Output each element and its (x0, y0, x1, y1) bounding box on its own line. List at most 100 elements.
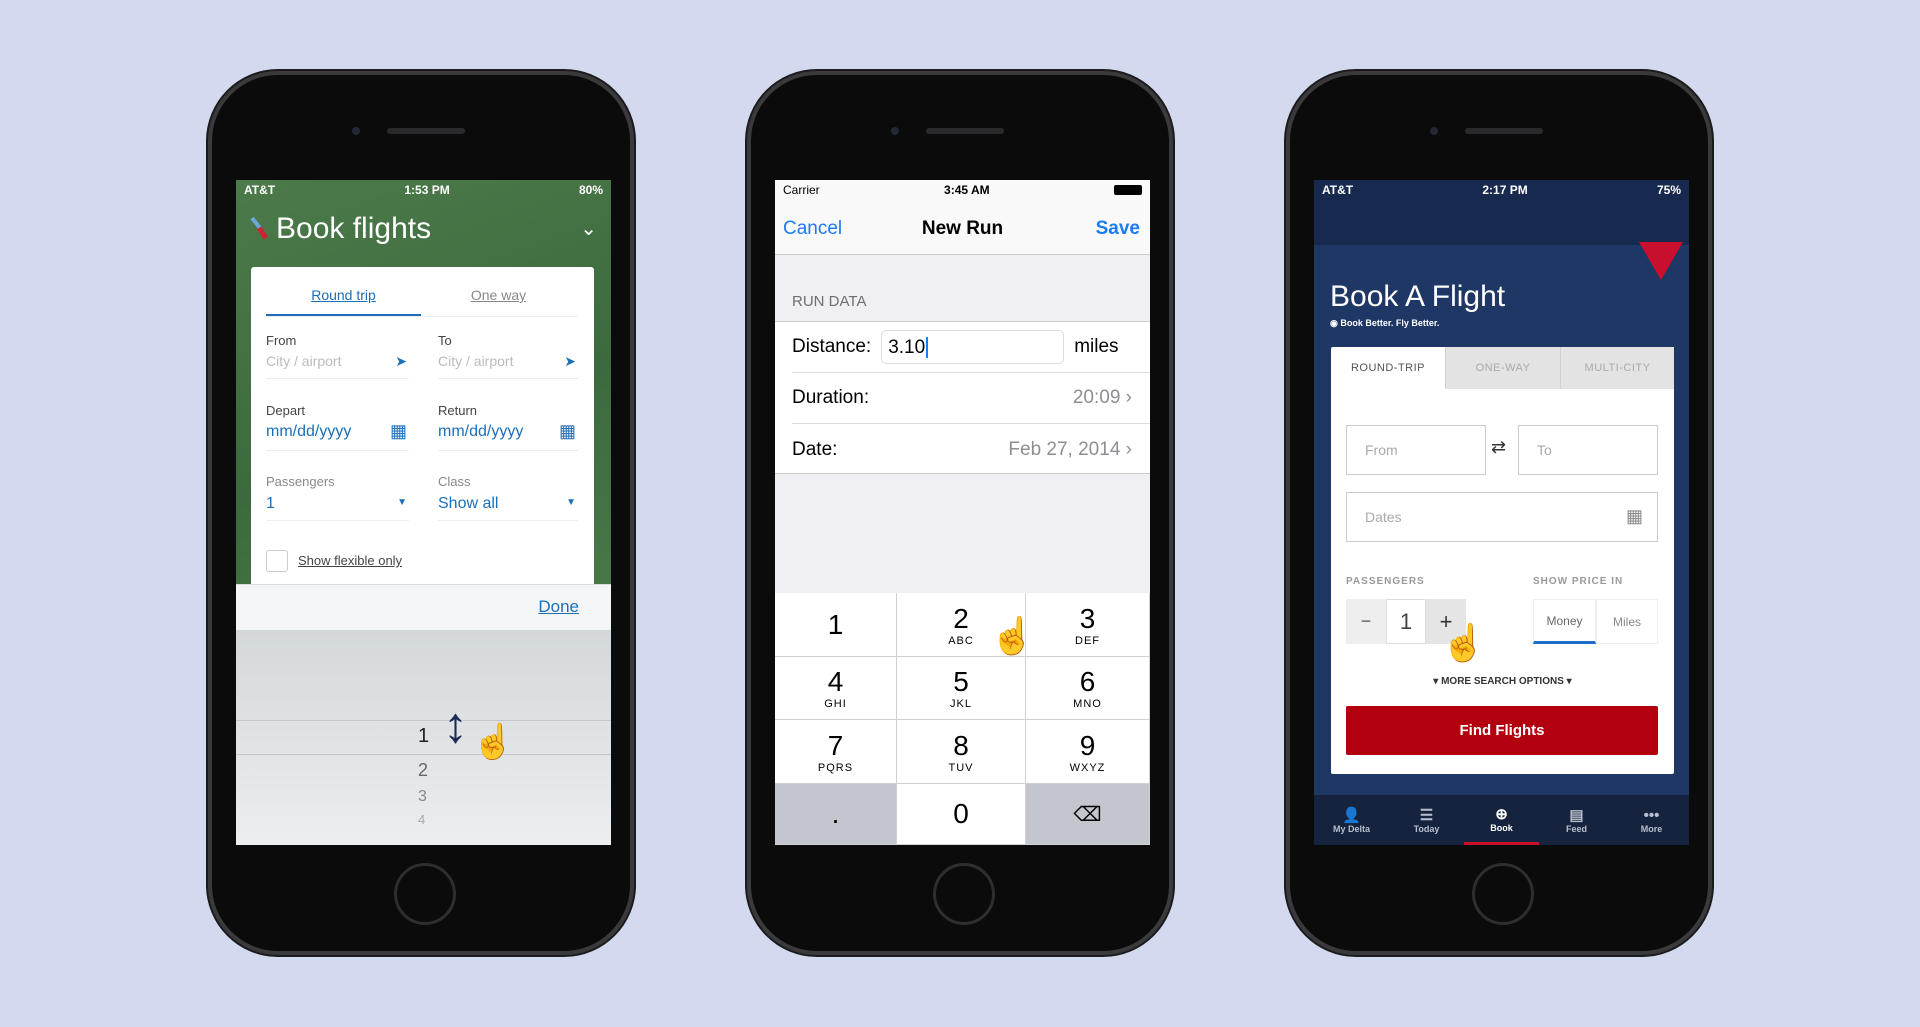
battery-icon (1114, 185, 1142, 195)
tab-label: My Delta (1332, 824, 1370, 834)
to-label: To (438, 333, 452, 348)
distance-label: Distance: (792, 336, 872, 357)
class-select[interactable]: Show all ▼ (438, 495, 578, 521)
find-flights-button[interactable]: Find Flights (1346, 706, 1658, 755)
decrement-button[interactable]: − (1346, 599, 1386, 644)
miles-toggle[interactable]: Miles (1596, 599, 1658, 644)
date-label: Date: (792, 438, 838, 460)
distance-input[interactable]: 3.10 (881, 330, 1065, 364)
return-label: Return (438, 403, 478, 418)
tab-one-way[interactable]: ONE-WAY (1445, 347, 1560, 389)
key-0[interactable]: 0 (897, 784, 1026, 845)
picker-option[interactable]: 2 (418, 760, 428, 781)
date-row[interactable]: Date: Feb 27, 2014 › (792, 424, 1150, 475)
from-input[interactable]: City / airport ➤ (266, 353, 409, 379)
tab-today[interactable]: ☰ Today (1389, 795, 1464, 845)
key-number: 6 (1079, 666, 1096, 697)
dates-input[interactable]: Dates ▦ (1346, 492, 1658, 542)
home-button[interactable] (933, 863, 995, 925)
key-number: 1 (827, 608, 844, 640)
dates-placeholder: Dates (1365, 509, 1402, 525)
calendar-icon[interactable]: ▦ (559, 421, 576, 442)
key-9[interactable]: 9 WXYZ (1026, 720, 1150, 784)
time: 3:45 AM (944, 183, 990, 197)
today-icon: ☰ (1419, 807, 1434, 824)
tab-feed[interactable]: ▤ Feed (1539, 795, 1614, 845)
money-toggle[interactable]: Money (1533, 599, 1596, 644)
key-number: 5 (953, 666, 969, 697)
passengers-label: PASSENGERS (1346, 576, 1425, 587)
more-search-options-link[interactable]: ▾ MORE SEARCH OPTIONS ▾ (1331, 676, 1674, 687)
text-cursor (926, 337, 929, 358)
hand-pointer-icon: ☝ (1441, 622, 1486, 663)
depart-input[interactable]: mm/dd/yyyy ▦ (266, 421, 409, 451)
show-flexible-link[interactable]: Show flexible only (298, 553, 402, 568)
picker-option[interactable]: 4 (418, 812, 425, 827)
tab-multi-city[interactable]: MULTI-CITY (1560, 347, 1674, 389)
picker-toolbar: Done (236, 584, 611, 630)
passengers-label: Passengers (266, 474, 335, 489)
screen-book-a-flight: AT&T 2:17 PM 75% Book A Flight ◉ Book Bett… (1314, 180, 1689, 845)
key-letters: DEF (1075, 634, 1100, 647)
to-placeholder: City / airport (438, 353, 514, 369)
key-letters: TUV (948, 761, 974, 774)
chevron-down-icon[interactable]: ⌄ (580, 216, 597, 241)
key-number: . (831, 798, 840, 829)
done-button[interactable]: Done (538, 597, 579, 617)
location-arrow-icon[interactable]: ➤ (395, 353, 407, 370)
speaker (387, 128, 465, 134)
key-4[interactable]: 4 GHI (775, 657, 897, 720)
passenger-picker[interactable]: 1 2 3 4 ↕ ☝ (236, 630, 611, 845)
duration-row[interactable]: Duration: 20:09 › (792, 373, 1150, 424)
time: 1:53 PM (404, 183, 450, 197)
distance-row: Distance: 3.10 miles (792, 322, 1150, 373)
page-title: Book A Flight (1330, 280, 1506, 313)
swap-icon[interactable]: ⇄ (1491, 437, 1506, 458)
my-delta-icon: 👤 (1342, 807, 1361, 824)
numeric-keypad: 1 2 ABC 3 DEF 4 GHI 5 JKL 6 MNO 7 PQRS 8 TUV 9 WXYZ. 0 ⌫ (775, 593, 1150, 845)
booking-card: Round trip One way From City / airport ➤ … (251, 267, 594, 597)
camera (352, 127, 360, 135)
tab-my-delta[interactable]: 👤 My Delta (1314, 795, 1389, 845)
aa-logo-icon (250, 216, 269, 240)
key-7[interactable]: 7 PQRS (775, 720, 897, 784)
location-arrow-icon[interactable]: ➤ (564, 353, 576, 370)
picker-option[interactable]: 1 (418, 725, 429, 748)
key-number: 2 (953, 602, 969, 634)
tab-more[interactable]: ••• More (1614, 795, 1689, 845)
tab-label: Feed (1565, 824, 1587, 834)
class-value: Show all (438, 495, 499, 512)
calendar-icon[interactable]: ▦ (390, 421, 407, 442)
home-button[interactable] (1472, 863, 1534, 925)
flexible-checkbox[interactable] (266, 550, 288, 572)
dropdown-arrow-icon: ▼ (397, 497, 407, 508)
return-input[interactable]: mm/dd/yyyy ▦ (438, 421, 578, 451)
to-input[interactable]: To (1518, 425, 1658, 475)
home-button[interactable] (394, 863, 456, 925)
decimal-key[interactable]: . (775, 784, 897, 845)
picker-option[interactable]: 3 (418, 788, 427, 806)
key-number: 0 (953, 798, 969, 829)
nav-bar: Cancel New Run Save (775, 200, 1150, 255)
tab-label: More (1640, 823, 1663, 834)
screen-new-run: Carrier 3:45 AM Cancel New Run Save RUN D… (775, 180, 1150, 845)
key-number: 7 (827, 729, 844, 761)
save-button[interactable]: Save (1096, 218, 1140, 240)
passengers-select[interactable]: 1 ▼ (266, 495, 409, 521)
key-1[interactable]: 1 (775, 593, 897, 657)
key-6[interactable]: 6 MNO (1026, 657, 1150, 720)
from-input[interactable]: From (1346, 425, 1486, 475)
key-8[interactable]: 8 TUV (897, 720, 1026, 784)
tab-book[interactable]: ⊕ Book (1464, 795, 1539, 845)
key-5[interactable]: 5 JKL (897, 657, 1026, 720)
book-icon: ⊕ (1495, 805, 1508, 823)
key-3[interactable]: 3 DEF (1026, 593, 1150, 657)
calendar-icon[interactable]: ▦ (1626, 506, 1643, 527)
tab-one-way[interactable]: One way (421, 287, 576, 303)
backspace-key[interactable]: ⌫ (1026, 784, 1150, 845)
phone-american-airlines: AT&T 1:53 PM 80% Book flights ⌄ Round trip… (208, 71, 634, 955)
tab-round-trip[interactable]: Round trip (266, 287, 421, 303)
tab-round-trip[interactable]: ROUND-TRIP (1331, 347, 1445, 389)
to-input[interactable]: City / airport ➤ (438, 353, 578, 379)
key-letters: PQRS (817, 761, 854, 774)
